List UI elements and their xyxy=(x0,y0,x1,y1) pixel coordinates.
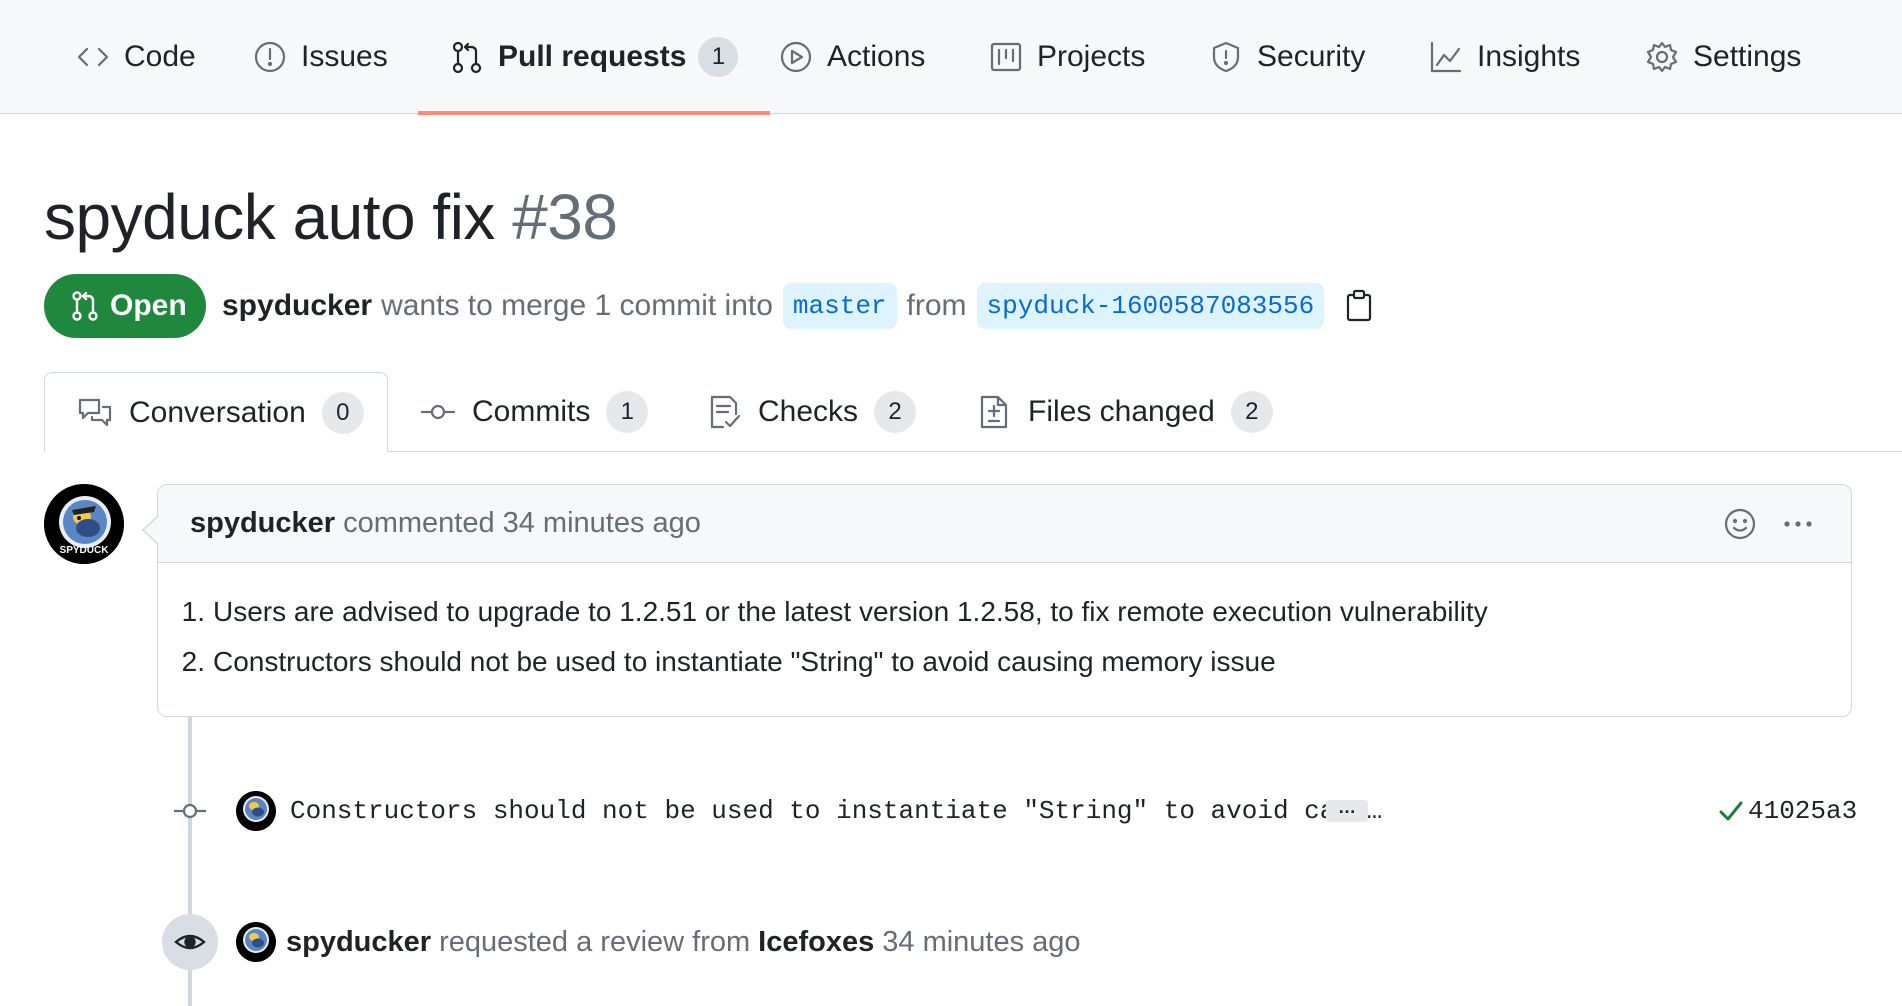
list-item-text: Constructors should not be used to insta… xyxy=(213,646,1276,677)
from-text: from xyxy=(906,289,967,322)
reviewer-link[interactable]: Icefoxes xyxy=(758,926,874,958)
base-branch[interactable]: master xyxy=(782,283,897,329)
issue-opened-icon xyxy=(254,41,286,73)
commit-row: Constructors should not be used to insta… xyxy=(170,786,1857,836)
comment-box: spyducker commented 34 minutes ago 1. Use… xyxy=(142,484,1852,717)
review-request-event: spyducker requested a review from Icefoxes… xyxy=(160,912,1360,972)
comment-body: 1. Users are advised to upgrade to 1.2.51… xyxy=(158,563,1851,687)
comment-discussion-icon xyxy=(78,398,112,426)
comment-header: spyducker commented 34 minutes ago xyxy=(158,485,1851,563)
avatar-text: SPYDUCK xyxy=(60,545,110,556)
play-icon xyxy=(780,41,812,73)
tab-files-changed[interactable]: Files changed 2 xyxy=(976,372,1273,452)
tab-security[interactable]: Security xyxy=(1209,0,1365,114)
git-pull-request-icon xyxy=(452,41,482,74)
comment-action: commented xyxy=(343,507,495,539)
tab-settings[interactable]: Settings xyxy=(1645,0,1801,114)
commit-message-link[interactable]: Constructors should not be used to insta… xyxy=(290,786,1382,836)
tab-pull-requests[interactable]: Pull requests 1 xyxy=(417,0,771,115)
comment-actions xyxy=(1723,485,1815,563)
avatar[interactable] xyxy=(236,922,276,962)
review-text: spyducker requested a review from Icefoxes… xyxy=(286,912,1081,972)
tab-conversation-label: Conversation xyxy=(129,395,306,429)
commit-sha-link[interactable]: 41025a3 xyxy=(1748,786,1857,836)
page-title: spyduck auto fix #38 xyxy=(44,180,618,254)
tab-issues[interactable]: Issues xyxy=(253,0,388,114)
git-pull-request-icon xyxy=(72,291,98,321)
status-badge-label: Open xyxy=(110,289,187,322)
status-badge: Open xyxy=(44,274,206,338)
gear-icon xyxy=(1646,41,1678,73)
commits-counter: 1 xyxy=(606,391,649,433)
tab-code[interactable]: Code xyxy=(76,0,196,114)
pr-tabs: Conversation 0 Commits 1 Checks 2 Files … xyxy=(0,372,1902,452)
files-changed-counter: 2 xyxy=(1230,391,1273,433)
eye-icon xyxy=(174,934,206,950)
tab-conversation[interactable]: Conversation 0 xyxy=(44,372,388,452)
pr-number: #38 xyxy=(512,181,618,253)
check-icon[interactable] xyxy=(1718,798,1744,824)
smiley-icon[interactable] xyxy=(1723,507,1757,541)
pull-requests-counter: 1 xyxy=(698,37,739,77)
pr-author-link[interactable]: spyducker xyxy=(222,289,372,323)
list-item-number: 1. xyxy=(181,596,205,627)
tab-security-label: Security xyxy=(1257,40,1366,73)
pr-title-text: spyduck auto fix xyxy=(44,181,495,253)
tab-checks-label: Checks xyxy=(758,395,859,428)
tab-commits-label: Commits xyxy=(472,395,591,428)
conversation-counter: 0 xyxy=(321,391,364,434)
checks-counter: 2 xyxy=(874,391,917,433)
git-commit-icon xyxy=(174,793,206,829)
review-action: requested a review from xyxy=(439,926,751,958)
avatar[interactable]: SPYDUCK xyxy=(44,484,124,564)
spyduck-logo: SPYDUCK xyxy=(44,484,124,564)
tab-actions[interactable]: Actions xyxy=(779,0,925,114)
comment-timestamp[interactable]: 34 minutes ago xyxy=(503,507,701,540)
tab-insights[interactable]: Insights xyxy=(1429,0,1580,114)
list-item-number: 2. xyxy=(181,646,205,677)
review-actor-link[interactable]: spyducker xyxy=(286,926,431,958)
file-diff-icon xyxy=(980,395,1008,429)
avatar[interactable] xyxy=(236,791,276,831)
tab-files-changed-label: Files changed xyxy=(1028,395,1215,428)
repo-nav: Code Issues Pull requests 1 Actions Proj… xyxy=(0,0,1902,115)
list-item-text: Users are advised to upgrade to 1.2.51 o… xyxy=(213,596,1488,627)
checklist-icon xyxy=(710,395,741,429)
tab-issues-label: Issues xyxy=(301,40,388,73)
tab-projects-label: Projects xyxy=(1037,40,1146,73)
project-icon xyxy=(990,42,1022,72)
kebab-horizontal-icon[interactable] xyxy=(1781,507,1815,541)
list-item: 1. Users are advised to upgrade to 1.2.51… xyxy=(182,587,1851,637)
git-commit-icon xyxy=(420,404,456,420)
code-icon xyxy=(77,47,109,67)
merge-text: wants to merge 1 commit into xyxy=(381,289,773,322)
tab-pull-requests-label: Pull requests xyxy=(498,40,687,73)
tab-settings-label: Settings xyxy=(1693,40,1802,73)
list-item: 2. Constructors should not be used to ins… xyxy=(182,637,1851,687)
comment-author-link[interactable]: spyducker xyxy=(190,507,335,540)
eye-badge xyxy=(162,914,218,970)
head-branch[interactable]: spyduck-1600587083556 xyxy=(976,283,1325,329)
tab-checks[interactable]: Checks 2 xyxy=(706,372,917,452)
review-timestamp[interactable]: 34 minutes ago xyxy=(882,926,1080,958)
tab-projects[interactable]: Projects xyxy=(989,0,1145,114)
tab-insights-label: Insights xyxy=(1477,40,1581,73)
tab-commits[interactable]: Commits 1 xyxy=(420,372,649,452)
graph-icon xyxy=(1430,41,1462,73)
tab-code-label: Code xyxy=(124,40,196,73)
expand-commit-button[interactable]: … xyxy=(1326,798,1368,822)
shield-icon xyxy=(1212,41,1240,73)
tab-actions-label: Actions xyxy=(827,40,926,73)
comment-list: 1. Users are advised to upgrade to 1.2.51… xyxy=(182,587,1851,687)
copy-icon[interactable] xyxy=(1344,289,1374,323)
pr-meta: spyducker wants to merge 1 commit into m… xyxy=(222,282,1374,330)
